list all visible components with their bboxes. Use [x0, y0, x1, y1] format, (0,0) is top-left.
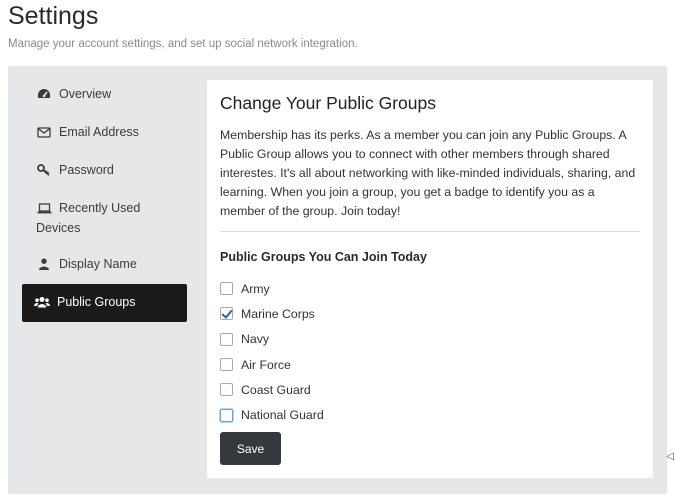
checkbox[interactable] [220, 408, 233, 422]
sidebar-item-email-address[interactable]: Email Address [22, 114, 187, 152]
sidebar-item-label: Email Address [59, 125, 139, 139]
groups-checklist: Army Marine Corps Navy Air Force Coast G… [220, 276, 324, 428]
card-title: Change Your Public Groups [220, 93, 436, 113]
sidebar-item-overview[interactable]: Overview [22, 76, 187, 114]
sidebar-item-label: Public Groups [57, 295, 136, 309]
sidebar-item-label: Password [59, 163, 114, 177]
group-option-label: Marine Corps [241, 306, 315, 321]
checkbox[interactable] [220, 282, 233, 296]
save-button[interactable]: Save [220, 432, 281, 465]
page-subtitle: Manage your account settings, and set up… [8, 38, 358, 50]
checkbox[interactable] [220, 383, 233, 397]
group-option-coast-guard[interactable]: Coast Guard [220, 377, 324, 402]
groups-heading: Public Groups You Can Join Today [220, 250, 427, 264]
checkbox[interactable] [220, 307, 233, 321]
divider [220, 231, 640, 232]
group-option-national-guard[interactable]: National Guard [220, 402, 324, 427]
group-option-label: Navy [241, 332, 270, 347]
group-option-navy[interactable]: Navy [220, 327, 324, 352]
sidebar-item-label: Overview [59, 87, 112, 101]
users-icon [34, 295, 50, 313]
group-option-label: Army [241, 281, 270, 296]
checkbox[interactable] [220, 358, 233, 372]
card-description: Membership has its perks. As a member yo… [220, 128, 636, 218]
sidebar-item-public-groups[interactable]: Public Groups [22, 284, 187, 322]
key-icon [36, 163, 52, 181]
group-option-label: National Guard [241, 408, 324, 423]
group-option-air-force[interactable]: Air Force [220, 352, 324, 377]
envelope-icon [36, 125, 52, 143]
public-groups-card: Change Your Public Groups Membership has… [207, 80, 653, 478]
group-option-label: Air Force [241, 357, 291, 372]
sidebar-item-password[interactable]: Password [22, 152, 187, 190]
settings-sidebar: Overview Email Address Password Recently… [22, 76, 187, 322]
dashboard-icon [36, 87, 52, 105]
laptop-icon [36, 201, 52, 219]
checkbox[interactable] [220, 332, 233, 346]
sidebar-item-label: Display Name [59, 257, 137, 271]
group-option-army[interactable]: Army [220, 276, 324, 301]
sidebar-item-recently-used-devices[interactable]: Recently Used Devices [22, 190, 187, 246]
user-icon [36, 257, 52, 275]
settings-panel: Overview Email Address Password Recently… [8, 66, 667, 494]
scroll-caret-icon: ◁ [666, 451, 674, 462]
group-option-marine-corps[interactable]: Marine Corps [220, 301, 324, 326]
page-title: Settings [8, 2, 99, 30]
sidebar-item-display-name[interactable]: Display Name [22, 246, 187, 284]
group-option-label: Coast Guard [241, 382, 311, 397]
